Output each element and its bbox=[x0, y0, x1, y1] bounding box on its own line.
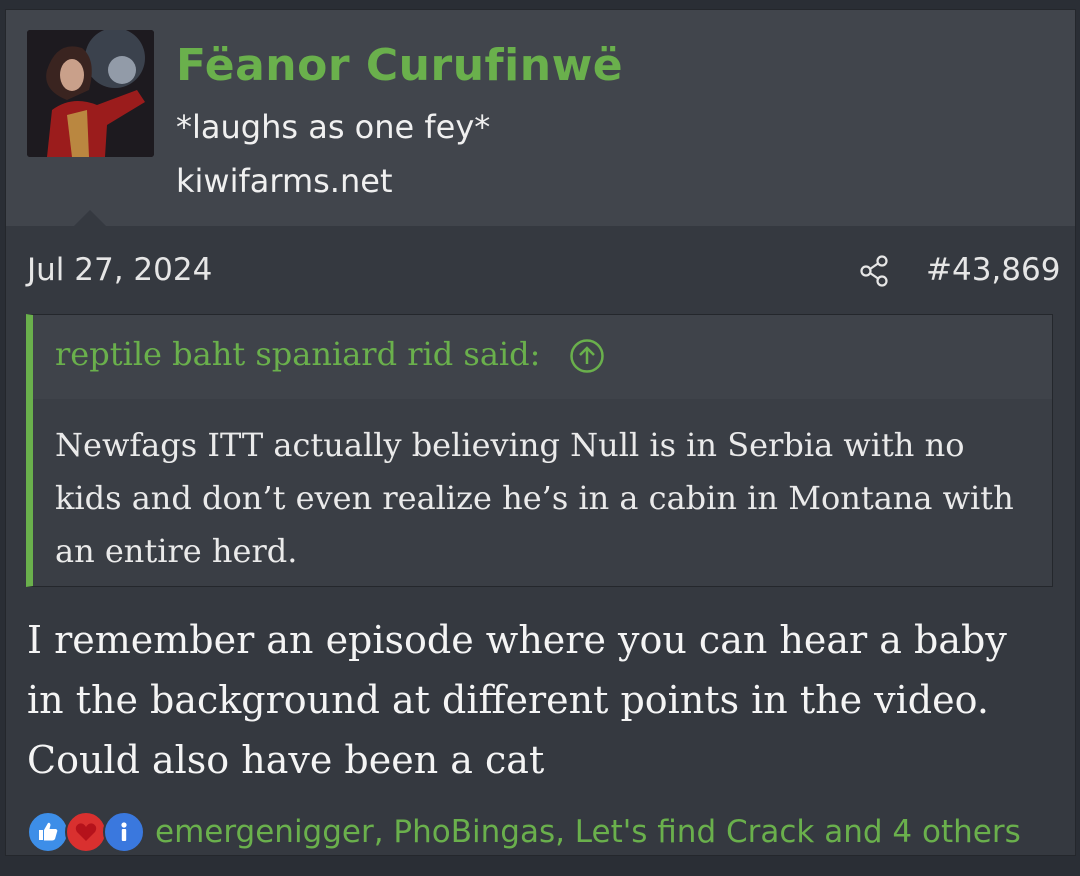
message-body: I remember an episode where you can hear… bbox=[27, 610, 1047, 790]
message-line: I remember an episode where you can hear… bbox=[27, 618, 1007, 662]
quote-author[interactable]: reptile baht spaniard rid said: bbox=[55, 335, 540, 373]
reaction-users[interactable]: emergenigger, PhoBingas, Let's find Crac… bbox=[155, 814, 1021, 850]
arrow-up-circle-icon[interactable] bbox=[569, 338, 605, 374]
user-title: *laughs as one fey* bbox=[176, 108, 491, 146]
like-icon bbox=[27, 811, 69, 853]
quote-line: kids and don’t even realize he’s in a ca… bbox=[55, 479, 1014, 517]
username[interactable]: Fëanor Curufinwë bbox=[176, 40, 623, 91]
quote-line: an entire herd. bbox=[55, 532, 298, 570]
message-line: Could also have been a cat bbox=[27, 738, 545, 782]
user-block: Fëanor Curufinwë *laughs as one fey* kiw… bbox=[6, 10, 1075, 226]
love-icon bbox=[65, 811, 107, 853]
quote-body: Newfags ITT actually believing Null is i… bbox=[55, 419, 1045, 578]
quote-line: Newfags ITT actually believing Null is i… bbox=[55, 426, 965, 464]
user-banner: kiwifarms.net bbox=[176, 162, 393, 200]
message-line: in the background at different points in… bbox=[27, 678, 989, 722]
avatar[interactable] bbox=[27, 30, 154, 157]
user-block-pointer bbox=[74, 210, 106, 226]
informative-icon bbox=[103, 811, 145, 853]
share-icon[interactable] bbox=[858, 254, 892, 288]
quote-block: reptile baht spaniard rid said: Newfags … bbox=[26, 314, 1053, 587]
quote-header: reptile baht spaniard rid said: bbox=[33, 315, 1052, 399]
post-date[interactable]: Jul 27, 2024 bbox=[27, 252, 212, 288]
reactions-bar[interactable]: emergenigger, PhoBingas, Let's find Crac… bbox=[27, 810, 1067, 856]
post-number[interactable]: #43,869 bbox=[926, 252, 1060, 288]
avatar-image bbox=[27, 30, 154, 157]
reaction-icons[interactable] bbox=[27, 810, 152, 856]
post: Fëanor Curufinwë *laughs as one fey* kiw… bbox=[5, 9, 1076, 856]
